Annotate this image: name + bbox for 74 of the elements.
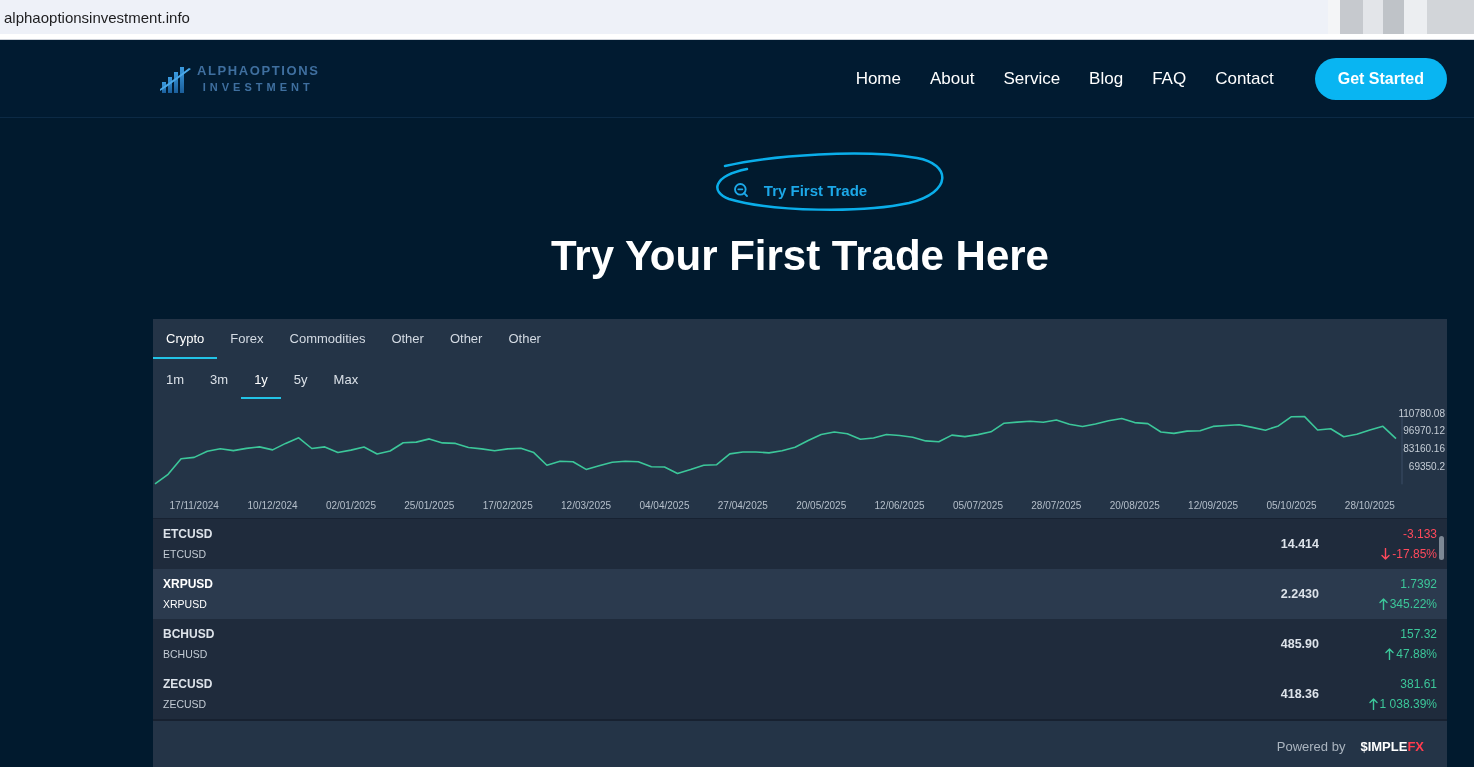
change-percent: 1 038.39% xyxy=(1379,696,1437,713)
logo-text: INVESTMENT xyxy=(202,81,314,93)
x-axis-label: 05/10/2025 xyxy=(1266,499,1317,511)
x-axis-label: 20/08/2025 xyxy=(1109,499,1160,511)
symbol-subtitle: XRPUSD xyxy=(163,597,207,612)
x-axis-label: 28/10/2025 xyxy=(1344,499,1395,511)
period-tab[interactable]: Max xyxy=(320,361,372,399)
page-title: Try Your First Trade Here xyxy=(551,232,1049,280)
nav-link[interactable]: Service xyxy=(1003,68,1061,89)
market-tab[interactable]: Other xyxy=(436,319,496,359)
x-axis-label: 12/06/2025 xyxy=(874,499,925,511)
x-axis-label: 12/09/2025 xyxy=(1188,499,1239,511)
price-value: 14.414 xyxy=(1280,537,1319,551)
market-tab[interactable]: Forex xyxy=(217,319,277,359)
symbol-title: ETCUSD xyxy=(163,526,213,543)
market-tab[interactable]: Other xyxy=(495,319,554,359)
x-axis-label: 02/01/2025 xyxy=(325,499,376,511)
market-tab[interactable]: Crypto xyxy=(153,319,218,359)
x-axis-label: 12/03/2025 xyxy=(561,499,612,511)
nav-link[interactable]: Home xyxy=(855,68,901,89)
x-axis-label: 17/02/2025 xyxy=(482,499,533,511)
period-tab[interactable]: 5y xyxy=(280,361,321,399)
nav-link[interactable]: About xyxy=(930,68,975,89)
symbol-subtitle: ZECUSD xyxy=(163,697,207,712)
arrow-down-icon xyxy=(1381,548,1391,560)
scrollbar-thumb[interactable] xyxy=(1439,536,1444,560)
y-axis-label: 69350.2 xyxy=(1408,460,1445,472)
change-percent: 47.88% xyxy=(1396,646,1437,663)
nav-link[interactable]: Contact xyxy=(1215,68,1274,89)
x-axis-label: 05/07/2025 xyxy=(952,499,1003,511)
x-axis-label: 27/04/2025 xyxy=(717,499,768,511)
change-value: 381.61 xyxy=(1400,676,1437,693)
x-axis-label: 25/01/2025 xyxy=(404,499,455,511)
market-tab[interactable]: Other xyxy=(378,319,437,359)
period-tab[interactable]: 3m xyxy=(197,361,242,399)
y-axis-label: 110780.08 xyxy=(1398,407,1445,419)
section-tag: Try First Trade xyxy=(763,181,868,199)
x-axis-label: 04/04/2025 xyxy=(639,499,690,511)
change-value: -3.133 xyxy=(1402,526,1437,543)
address-url[interactable]: alphaoptionsinvestment.info xyxy=(4,8,190,26)
quote-row[interactable]: XRPUSD XRPUSD 2.2430 1.7392 345.22% xyxy=(153,569,1447,619)
quote-row[interactable]: BCHUSD BCHUSD 485.90 157.32 47.88% xyxy=(153,619,1447,669)
market-tab[interactable]: Commodities xyxy=(276,319,379,359)
y-axis-label: 83160.16 xyxy=(1403,442,1445,454)
price-value: 2.2430 xyxy=(1280,587,1319,601)
logo-text: ALPHAOPTIONS xyxy=(197,64,320,78)
change-percent: -17.85% xyxy=(1392,546,1437,563)
period-tab[interactable]: 1y xyxy=(241,361,281,399)
brand-logo[interactable]: $IMPLEFX xyxy=(1360,738,1424,754)
powered-by-text: Powered by xyxy=(1276,738,1346,754)
period-tab[interactable]: 1m xyxy=(153,361,198,399)
nav-link[interactable]: FAQ xyxy=(1152,68,1187,89)
quote-row[interactable]: ZECUSD ZECUSD 418.36 381.61 1 038.39% xyxy=(153,669,1447,719)
price-value: 485.90 xyxy=(1280,637,1319,651)
symbol-subtitle: BCHUSD xyxy=(163,647,208,662)
x-axis-label: 17/11/2024 xyxy=(169,499,219,511)
x-axis-label: 28/07/2025 xyxy=(1031,499,1082,511)
symbol-title: BCHUSD xyxy=(163,626,215,643)
arrow-up-icon xyxy=(1368,698,1378,710)
x-axis-label: 10/12/2024 xyxy=(247,499,298,511)
change-value: 1.7392 xyxy=(1400,576,1437,593)
nav-link[interactable]: Blog xyxy=(1089,68,1124,89)
change-value: 157.32 xyxy=(1400,626,1437,643)
quote-row[interactable]: ETCUSD ETCUSD 14.414 -3.133 -17.85% xyxy=(153,519,1447,569)
arrow-up-icon xyxy=(1385,648,1395,660)
zoom-out-icon xyxy=(732,182,749,198)
change-percent: 345.22% xyxy=(1389,596,1437,613)
symbol-title: ZECUSD xyxy=(163,676,213,693)
symbol-subtitle: ETCUSD xyxy=(163,547,207,562)
price-value: 418.36 xyxy=(1280,687,1319,701)
arrow-up-icon xyxy=(1378,598,1388,610)
x-axis-label: 20/05/2025 xyxy=(796,499,847,511)
y-axis-label: 96970.12 xyxy=(1403,425,1445,437)
symbol-title: XRPUSD xyxy=(163,576,213,593)
